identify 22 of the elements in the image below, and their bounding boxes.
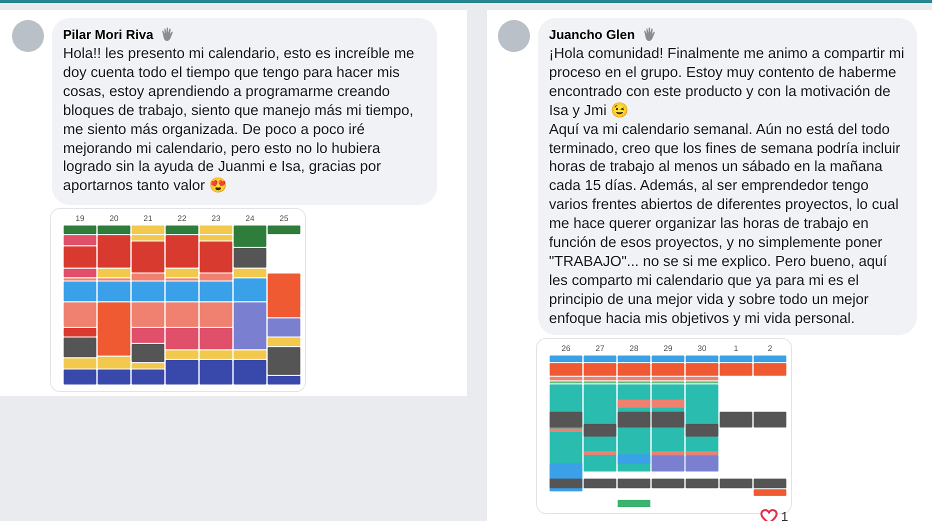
calendar-screenshot[interactable]: 19 20 21 22 23 24 25 <box>50 208 306 392</box>
day-number: 26 <box>560 342 572 355</box>
day-number: 23 <box>210 213 222 226</box>
day-number: 22 <box>176 213 188 226</box>
day-number: 28 <box>628 342 640 355</box>
day-number: 30 <box>696 342 708 355</box>
day-number: 2 <box>766 342 774 355</box>
comment-text: ¡Hola comunidad! Finalmente me animo a compartir mi proceso en el grupo. Estoy muy contento de haberme encontrado con este producto y con la motivación de Isa y Jmi 😉 Aquí va mi calendario semanal. Aún no está del todo terminado, creo que los fines de semana podría incluir horas de trabajo al menos un sábado en la mañana cada 15 días. Además, al ser emprendedor tengo varios frentes abiertos de diferentes proyectos, lo cual me hace querer organizar las horas de trabajo en función de esos proyectos, y no simplemente poner "TRABAJO"... no se si me explico. Pero bueno, aquí les comparto mi calendario que ya para mi es el principio de una mejor vida y sobre todo un mejor enfoque hacia mis objetivos y mi vida personal. <box>549 45 905 329</box>
comment-text: Hola!! les presento mi calendario, esto es increíble me doy cuenta todo el tiempo que tengo para hacer mis cosas, estoy aprendiendo a programarme creando bloques de trabajo, siento que manejo más mi tiempo, me siento más organizada. De poco a poco iré mejorando mi calendario, pero esto no lo hubiera logrado sin la ayuda de Juanmi e Isa, gracias por aportarnos tanto valor 😍 <box>63 45 416 196</box>
day-number: 24 <box>244 213 256 226</box>
day-number: 21 <box>142 213 154 226</box>
day-number: 25 <box>278 213 290 226</box>
day-number: 27 <box>594 342 606 355</box>
author-name[interactable]: Juancho Glen <box>549 27 635 42</box>
avatar[interactable] <box>12 20 44 52</box>
day-number: 20 <box>108 213 120 226</box>
day-number: 19 <box>74 213 86 226</box>
day-number: 29 <box>662 342 674 355</box>
avatar[interactable] <box>498 20 530 52</box>
heart-icon[interactable] <box>760 508 778 521</box>
day-number: 1 <box>732 342 740 355</box>
author-name[interactable]: Pilar Mori Riva <box>63 27 154 42</box>
